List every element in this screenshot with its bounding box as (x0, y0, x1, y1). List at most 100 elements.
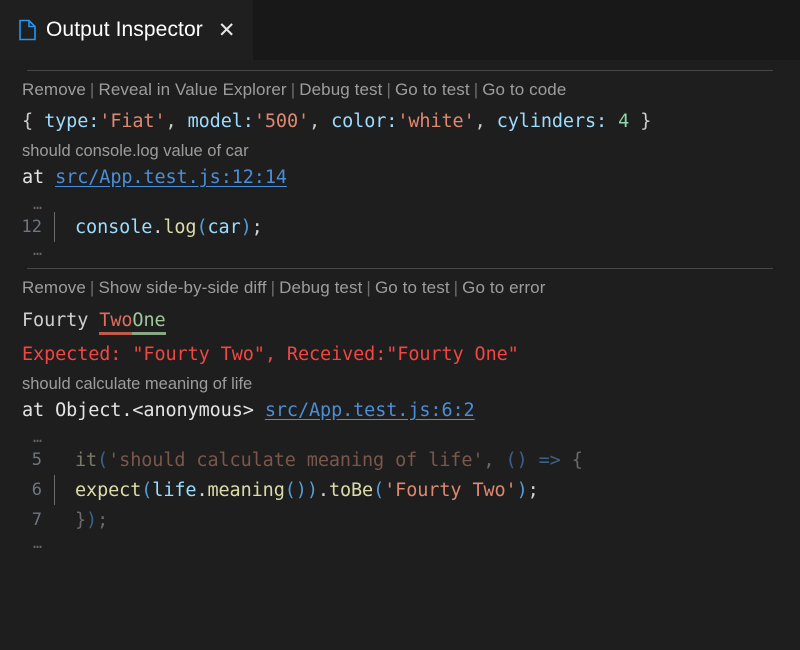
code-token: () (505, 449, 528, 471)
action-link-show-side-by-side-diff[interactable]: Show side-by-side diff (98, 278, 266, 297)
code-token: toBe (328, 479, 374, 501)
inspector-section: Remove | Reveal in Value Explorer | Debug te… (0, 70, 800, 258)
snippet-leading-ellipsis: … (0, 196, 800, 212)
ellipsis-marker: … (32, 195, 42, 213)
code-token: it (75, 449, 98, 471)
action-separator: | (386, 80, 391, 99)
inspector-content: Remove | Reveal in Value Explorer | Debug te… (0, 70, 800, 650)
code-token: car (207, 216, 241, 238)
stack-location: at Object.<anonymous> src/App.test.js:6:… (0, 394, 800, 421)
diff-output: Fourty TwoOne (0, 298, 800, 335)
action-link-remove[interactable]: Remove (22, 278, 86, 297)
action-separator: | (366, 278, 371, 297)
code-token: () (284, 479, 307, 501)
code-token: { (560, 449, 583, 471)
snippet-trailing-ellipsis: … (0, 242, 800, 258)
code-token: meaning (207, 479, 285, 501)
action-separator: | (453, 278, 459, 297)
action-separator: | (89, 278, 95, 297)
code-line-text: expect(life.meaning()).toBe('Fourty Two'… (55, 480, 539, 501)
code-line-text: console.log(car); (55, 217, 263, 238)
action-link-debug-test[interactable]: Debug test (299, 80, 382, 99)
code-token: life (152, 479, 197, 501)
stack-prefix: at (22, 167, 56, 188)
error-message: Expected: "Fourty Two", Received:"Fourty… (22, 344, 519, 365)
code-line: 6 expect(life.meaning()).toBe('Fourty Two… (0, 475, 800, 505)
code-token: ; (527, 479, 539, 501)
snippet-leading-ellipsis: … (0, 429, 800, 445)
code-token: type: (44, 111, 100, 132)
file-icon (18, 19, 37, 41)
code-token: . (317, 479, 329, 501)
action-separator: | (89, 80, 95, 99)
inspector-section: Remove | Show side-by-side diff | Debug test… (0, 268, 800, 551)
action-separator: | (473, 80, 479, 99)
stack-prefix: at Object.<anonymous> (22, 400, 265, 421)
code-line: 12 console.log(car); (0, 212, 800, 242)
ellipsis-marker: … (32, 428, 42, 446)
code-line: 7}); (0, 505, 800, 535)
tab-bar: Output Inspector ✕ (0, 0, 800, 60)
code-token: console (75, 216, 153, 238)
test-name: should console.log value of car (22, 142, 249, 160)
code-token: , (474, 111, 497, 132)
code-token: cylinders: (496, 111, 619, 132)
code-token: ( (373, 479, 385, 501)
console-output: { type:'Fiat', model:'500', color:'white… (0, 100, 800, 132)
code-line: 5 it('should calculate meaning of life', … (0, 445, 800, 475)
code-snippet: … 12 console.log(car); … (0, 188, 800, 258)
action-link-reveal-in-value-explorer[interactable]: Reveal in Value Explorer (98, 80, 286, 99)
action-link-go-to-error[interactable]: Go to error (462, 278, 545, 297)
code-token: ) (516, 479, 528, 501)
close-icon[interactable]: ✕ (218, 20, 236, 41)
action-separator: | (290, 80, 296, 99)
code-snippet: … 5 it('should calculate meaning of life',… (0, 421, 800, 551)
code-token: { (22, 111, 45, 132)
code-token: expect (75, 479, 142, 501)
code-token: ( (97, 449, 109, 471)
diff-removed: Two (99, 310, 133, 335)
code-token: } (629, 111, 652, 132)
source-file-link[interactable]: src/App.test.js:6:2 (265, 400, 475, 421)
code-token: , (165, 111, 188, 132)
action-link-debug-test[interactable]: Debug test (279, 278, 362, 297)
stack-location: at src/App.test.js:12:14 (0, 161, 800, 188)
action-separator: | (270, 278, 276, 297)
line-number: 7 (31, 510, 42, 530)
line-number: 12 (21, 217, 42, 237)
tab-title: Output Inspector (46, 18, 203, 41)
code-token: ( (196, 216, 208, 238)
section-actions: Remove | Reveal in Value Explorer | Debug te… (0, 71, 800, 100)
action-link-remove[interactable]: Remove (22, 80, 86, 99)
ellipsis-marker: … (32, 241, 42, 259)
code-token: 'should calculate meaning of life' (108, 449, 484, 471)
action-link-go-to-code[interactable]: Go to code (482, 80, 566, 99)
section-actions: Remove | Show side-by-side diff | Debug test… (0, 269, 800, 298)
code-token: => (538, 449, 561, 471)
code-token: 4 (618, 111, 630, 132)
line-number: 5 (31, 450, 42, 470)
diff-added: One (132, 310, 166, 335)
code-token: ( (141, 479, 153, 501)
code-token: model: (187, 111, 254, 132)
action-link-go-to-test[interactable]: Go to test (375, 278, 450, 297)
code-line-text: it('should calculate meaning of life', (… (55, 450, 583, 471)
snippet-trailing-ellipsis: … (0, 535, 800, 551)
test-name: should calculate meaning of life (22, 375, 253, 393)
code-token: ) (86, 509, 98, 531)
code-token: color: (331, 111, 398, 132)
code-token: , (483, 449, 506, 471)
action-link-go-to-test[interactable]: Go to test (395, 80, 470, 99)
code-token: 'Fiat' (99, 111, 166, 132)
source-file-link[interactable]: src/App.test.js:12:14 (55, 167, 287, 188)
tab-output-inspector[interactable]: Output Inspector ✕ (0, 0, 254, 60)
code-token: . (152, 216, 164, 238)
code-token: 'Fourty Two' (384, 479, 517, 501)
code-token: 'white' (397, 111, 475, 132)
code-token: '500' (253, 111, 310, 132)
line-number: 6 (31, 480, 42, 500)
code-token: log (163, 216, 197, 238)
ellipsis-marker: … (32, 534, 42, 552)
code-line-text: }); (55, 510, 108, 531)
